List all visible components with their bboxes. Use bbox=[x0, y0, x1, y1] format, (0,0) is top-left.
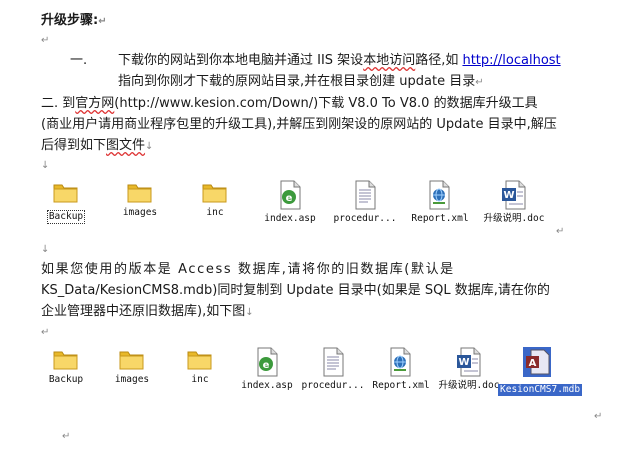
folder-icon bbox=[101, 180, 179, 204]
file-label: inc bbox=[206, 207, 224, 218]
file-label: Report.xml bbox=[411, 213, 469, 224]
line-break-mark: ↓ bbox=[41, 160, 50, 171]
asp-file-icon: e bbox=[251, 180, 329, 210]
svg-text:e: e bbox=[286, 193, 293, 204]
svg-text:e: e bbox=[263, 360, 270, 371]
svg-text:A: A bbox=[529, 358, 537, 369]
file-item[interactable]: e index.asp bbox=[251, 180, 329, 225]
file-label: images bbox=[122, 207, 158, 218]
file-item[interactable]: inc bbox=[176, 180, 254, 219]
localhost-link[interactable]: http://localhost bbox=[462, 53, 560, 68]
step2-line2: (商业用户请用商业程序包里的升级工具),并解压到刚架设的原网站的 Update … bbox=[41, 117, 557, 132]
word-doc-icon: W bbox=[430, 347, 508, 377]
file-item[interactable]: A KesionCMS7.mdb bbox=[498, 347, 583, 396]
para3-line1: 如果您使用的版本是 Access 数据库,请将你的旧数据库(默认是 bbox=[41, 262, 455, 277]
para3-line2: KS_Data/KesionCMS8.mdb)同时复制到 Update 目录中(… bbox=[41, 283, 550, 298]
xml-file-icon bbox=[362, 347, 440, 377]
file-item[interactable]: Report.xml bbox=[362, 347, 440, 392]
file-label: images bbox=[114, 374, 150, 385]
file-label: Backup bbox=[46, 210, 86, 224]
step1-line2: 指向到你刚才下载的原网站目录,并在根目录创建 update 目录↵ bbox=[118, 74, 484, 89]
file-item[interactable]: W 升级说明.doc bbox=[430, 347, 508, 392]
line-break-mark: ↓ bbox=[41, 244, 50, 255]
svg-text:W: W bbox=[503, 190, 514, 201]
text-file-icon bbox=[294, 347, 372, 377]
access-mdb-icon: A bbox=[498, 347, 576, 377]
paragraph-mark: ↵ bbox=[594, 411, 603, 422]
text-file-icon bbox=[326, 180, 404, 210]
word-doc-icon: W bbox=[475, 180, 553, 210]
step2-line1: 二. 到官方网(http://www.kesion.com/Down/)下载 V… bbox=[41, 96, 538, 111]
file-label: KesionCMS7.mdb bbox=[498, 384, 583, 396]
paragraph-mark: ↵ bbox=[556, 226, 565, 237]
file-item[interactable]: images bbox=[101, 180, 179, 219]
folder-icon bbox=[176, 180, 254, 204]
paragraph-mark: ↵ bbox=[41, 327, 50, 338]
file-label: procedur... bbox=[301, 380, 365, 391]
folder-icon bbox=[27, 180, 105, 204]
file-item[interactable]: images bbox=[93, 347, 171, 386]
paragraph-mark: ↵ bbox=[62, 431, 71, 442]
file-label: procedur... bbox=[333, 213, 397, 224]
file-label: 升级说明.doc bbox=[438, 380, 500, 391]
folder-icon bbox=[93, 347, 171, 371]
para3-line3: 企业管理器中还原旧数据库),如下图↓ bbox=[41, 304, 254, 319]
file-label: Report.xml bbox=[372, 380, 430, 391]
svg-text:W: W bbox=[458, 357, 469, 368]
steps-heading: 升级步骤:↵ bbox=[41, 13, 107, 28]
file-item[interactable]: Report.xml bbox=[401, 180, 479, 225]
file-item[interactable]: procedur... bbox=[326, 180, 404, 225]
file-label: 升级说明.doc bbox=[483, 213, 545, 224]
file-item[interactable]: W 升级说明.doc bbox=[475, 180, 553, 225]
step1-number: 一. bbox=[70, 53, 88, 68]
paragraph-mark: ↵ bbox=[41, 35, 50, 46]
file-item[interactable]: procedur... bbox=[294, 347, 372, 392]
step2-line3: 后得到如下图文件↓ bbox=[41, 138, 154, 153]
file-label: index.asp bbox=[264, 213, 316, 224]
xml-file-icon bbox=[401, 180, 479, 210]
file-item[interactable]: Backup bbox=[27, 180, 105, 224]
step1-line1: 下载你的网站到你本地电脑并通过 IIS 架设本地访问路径,如 http://lo… bbox=[118, 53, 561, 68]
